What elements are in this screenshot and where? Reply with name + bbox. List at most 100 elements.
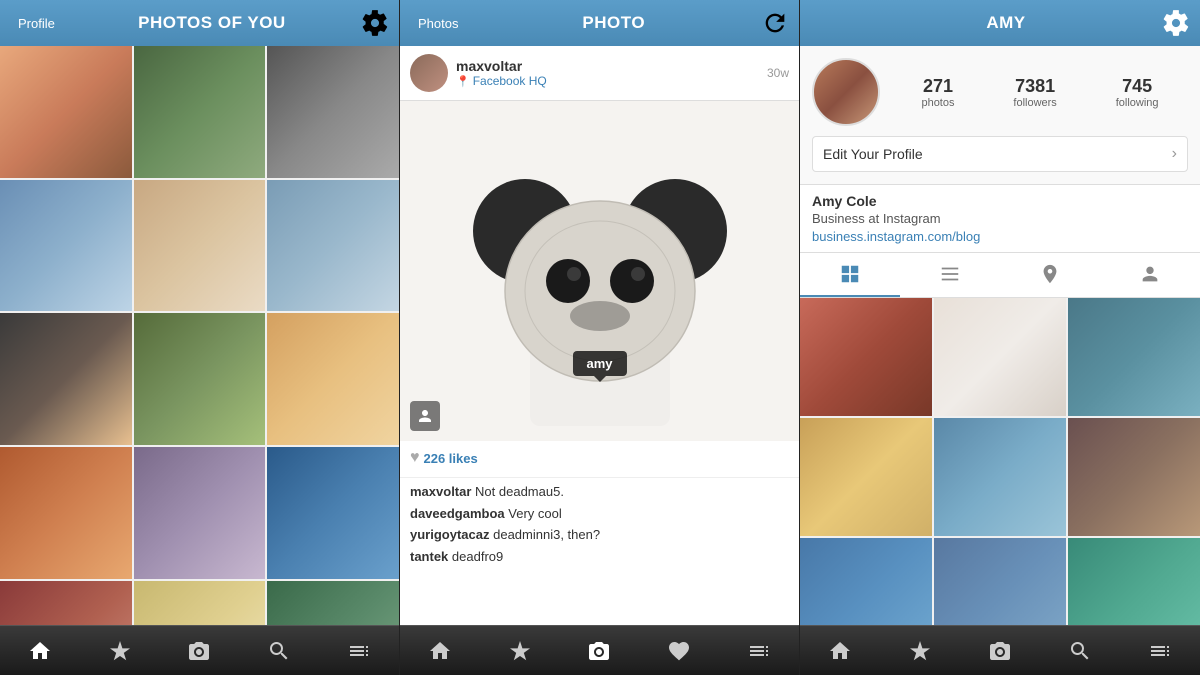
spark-icon [908, 639, 932, 663]
post-image[interactable]: amy [400, 101, 799, 441]
grid-cell[interactable] [267, 46, 399, 178]
right-panel: AMY 271 photos 7381 followers 745 follow… [800, 0, 1200, 675]
heart-icon [667, 639, 691, 663]
search-icon [267, 639, 291, 663]
post-location[interactable]: 📍 Facebook HQ [456, 74, 767, 88]
nav-camera[interactable] [179, 631, 219, 671]
nav-camera[interactable] [980, 631, 1020, 671]
post-username[interactable]: maxvoltar [456, 58, 767, 74]
comment-row: tantek deadfro9 [410, 547, 789, 567]
profile-avatar[interactable] [812, 58, 880, 126]
profile-grid-cell[interactable] [800, 298, 932, 416]
home-icon [828, 639, 852, 663]
profile-grid-cell[interactable] [800, 538, 932, 625]
nav-explore[interactable] [900, 631, 940, 671]
photos-label: photos [921, 97, 954, 109]
grid-cell[interactable] [0, 180, 132, 312]
grid-cell[interactable] [134, 46, 266, 178]
profile-grid-cell[interactable] [934, 418, 1066, 536]
profile-photo-grid[interactable] [800, 298, 1200, 625]
nav-explore[interactable] [100, 631, 140, 671]
user-tag-icon[interactable] [410, 401, 440, 431]
grid-row [0, 46, 399, 178]
followers-label: followers [1013, 97, 1056, 109]
spark-icon [108, 639, 132, 663]
grid-cell[interactable] [267, 313, 399, 445]
tab-list-view[interactable] [900, 253, 1000, 297]
nav-heart[interactable] [659, 631, 699, 671]
photos-count: 271 [923, 76, 953, 97]
stat-followers[interactable]: 7381 followers [1013, 76, 1056, 109]
grid-cell[interactable] [134, 581, 266, 625]
photos-of-you-grid[interactable] [0, 46, 399, 625]
nav-search[interactable] [259, 631, 299, 671]
left-back-button[interactable]: Profile [10, 12, 63, 35]
middle-refresh-button[interactable] [761, 9, 789, 37]
middle-bottom-nav [400, 625, 799, 675]
nav-home[interactable] [820, 631, 860, 671]
grid-cell[interactable] [267, 581, 399, 625]
list-icon [747, 639, 771, 663]
middle-back-button[interactable]: Photos [410, 12, 466, 35]
comment-row: daveedgamboa Very cool [410, 504, 789, 524]
grid-cell[interactable] [0, 313, 132, 445]
comment-username[interactable]: maxvoltar [410, 484, 471, 499]
profile-grid-cell[interactable] [1068, 538, 1200, 625]
grid-cell[interactable] [134, 447, 266, 579]
comment-username[interactable]: tantek [410, 549, 448, 564]
right-gear-button[interactable] [1162, 9, 1190, 37]
comments-section[interactable]: maxvoltar Not deadmau5. daveedgamboa Ver… [400, 478, 799, 625]
grid-row [0, 313, 399, 445]
home-icon [428, 639, 452, 663]
nav-search[interactable] [1060, 631, 1100, 671]
tab-grid-view[interactable] [800, 253, 900, 297]
nav-feed[interactable] [739, 631, 779, 671]
tab-tagged-view[interactable] [1100, 253, 1200, 297]
post-user-info: maxvoltar 📍 Facebook HQ [456, 58, 767, 88]
nav-home[interactable] [420, 631, 460, 671]
stat-following[interactable]: 745 following [1116, 76, 1159, 109]
profile-grid-cell[interactable] [934, 298, 1066, 416]
grid-cell[interactable] [0, 447, 132, 579]
tab-map-view[interactable] [1000, 253, 1100, 297]
profile-stats: 271 photos 7381 followers 745 following [892, 76, 1188, 109]
profile-grid-cell[interactable] [1068, 298, 1200, 416]
profile-grid-cell[interactable] [800, 418, 932, 536]
person-icon [416, 407, 434, 425]
nav-feed[interactable] [339, 631, 379, 671]
grid-cell[interactable] [267, 180, 399, 312]
likes-count[interactable]: ♥ 226 likes [410, 449, 789, 467]
grid-cell[interactable] [267, 447, 399, 579]
profile-grid-cell[interactable] [1068, 418, 1200, 536]
left-bottom-nav [0, 625, 399, 675]
chevron-right-icon: › [1172, 145, 1177, 163]
stat-photos[interactable]: 271 photos [921, 76, 954, 109]
profile-grid-row [800, 418, 1200, 536]
grid-cell[interactable] [0, 581, 132, 625]
comment-username[interactable]: daveedgamboa [410, 506, 505, 521]
map-pin-icon [1039, 263, 1061, 285]
left-gear-button[interactable] [361, 9, 389, 37]
profile-grid-cell[interactable] [934, 538, 1066, 625]
camera-icon [988, 639, 1012, 663]
profile-view-tabs [800, 253, 1200, 298]
photo-tag-bubble[interactable]: amy [572, 351, 626, 376]
grid-cell[interactable] [0, 46, 132, 178]
heart-icon: ♥ [410, 449, 420, 467]
nav-camera[interactable] [579, 631, 619, 671]
left-title: PHOTOS OF YOU [138, 13, 286, 33]
middle-panel: Photos PHOTO maxvoltar 📍 Facebook HQ 30w [400, 0, 800, 675]
home-icon [28, 639, 52, 663]
nav-explore[interactable] [500, 631, 540, 671]
profile-link[interactable]: business.instagram.com/blog [812, 229, 1188, 244]
nav-feed[interactable] [1140, 631, 1180, 671]
grid-cell[interactable] [134, 313, 266, 445]
post-actions: ♥ 226 likes [400, 441, 799, 478]
refresh-icon [761, 9, 789, 37]
edit-profile-button[interactable]: Edit Your Profile › [812, 136, 1188, 172]
nav-home[interactable] [20, 631, 60, 671]
grid-cell[interactable] [134, 180, 266, 312]
following-label: following [1116, 97, 1159, 109]
post-avatar[interactable] [410, 54, 448, 92]
comment-username[interactable]: yurigoytacaz [410, 527, 489, 542]
